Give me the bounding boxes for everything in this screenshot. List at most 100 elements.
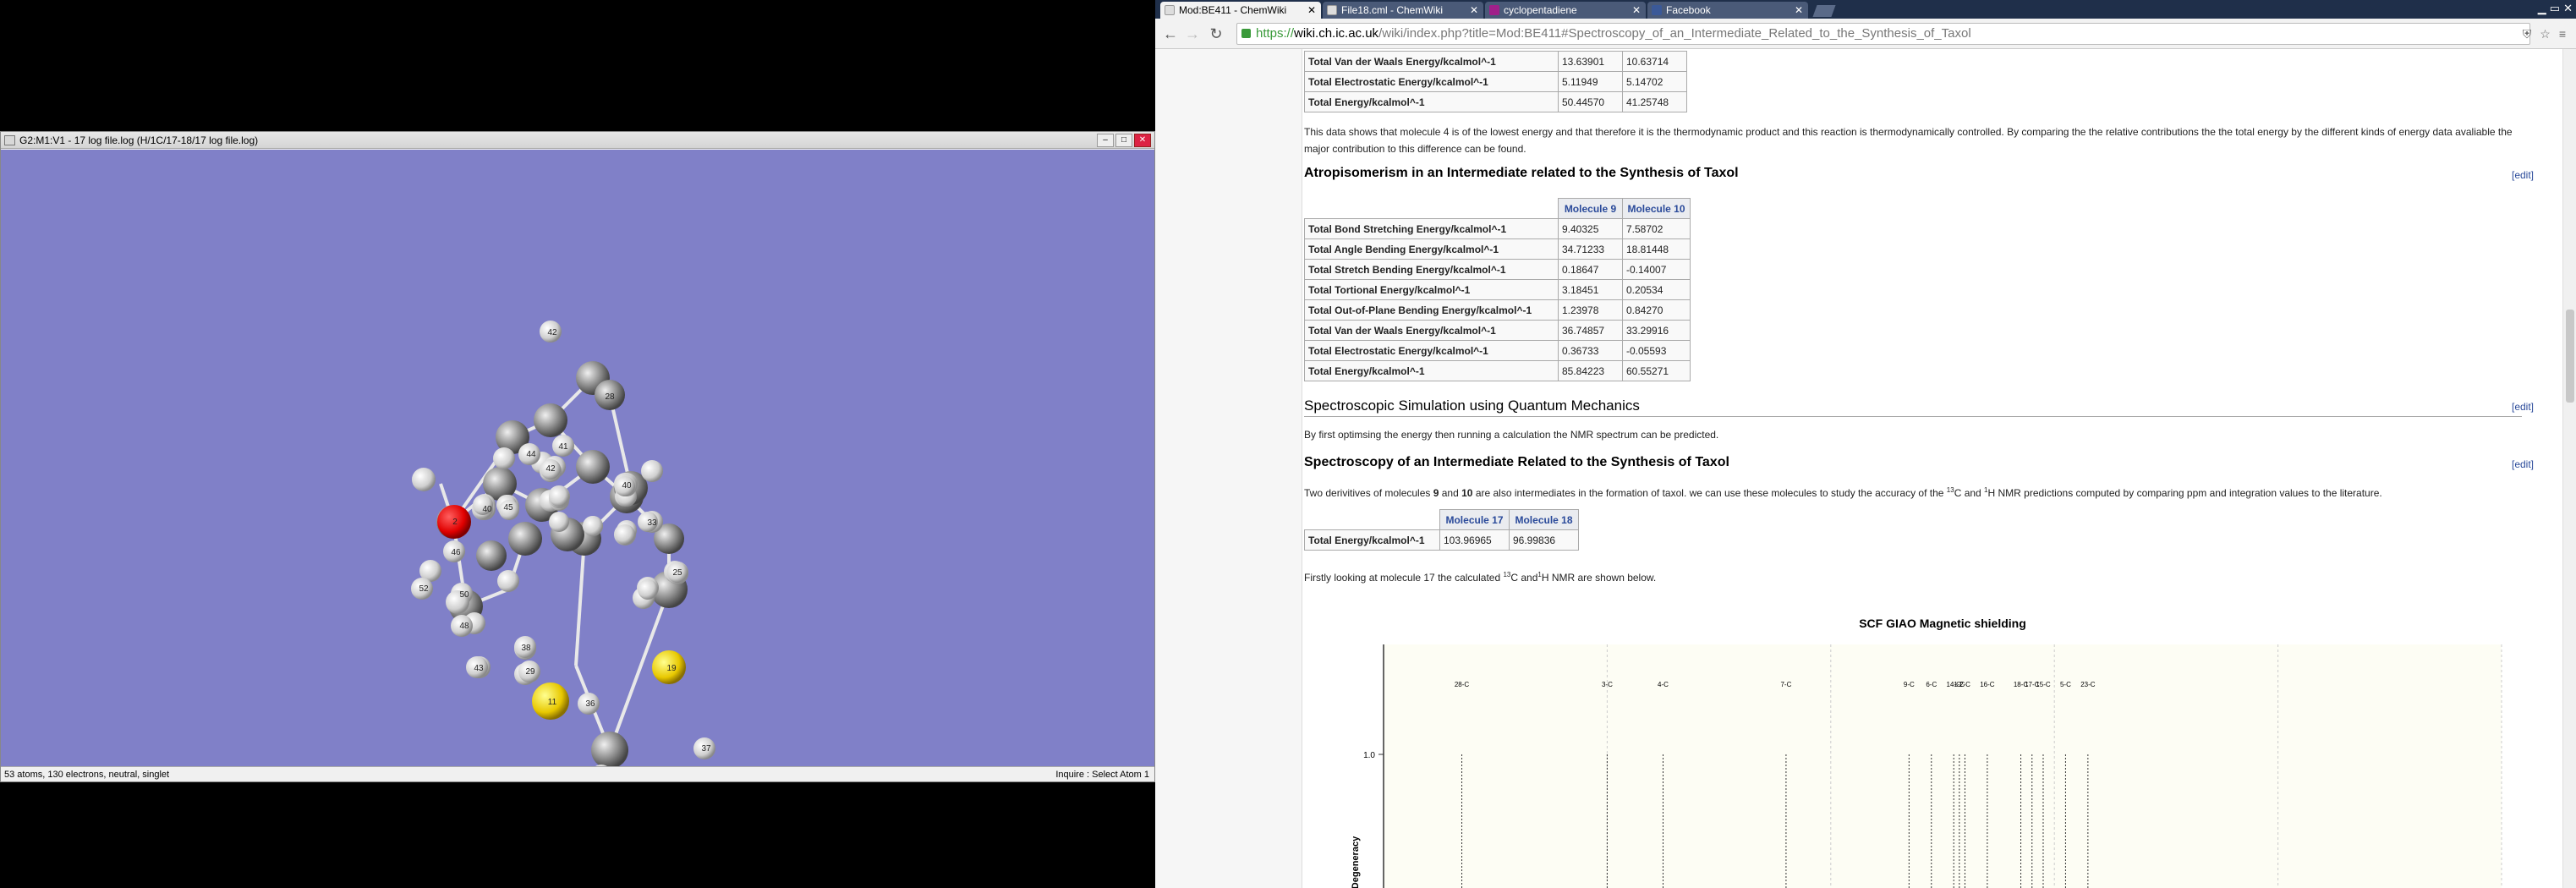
tab-bar: Mod:BE411 - ChemWiki ✕ File18.cml - Chem…: [1155, 0, 2576, 19]
column-header: Molecule 9: [1558, 198, 1623, 219]
peak-label: 2-C: [1959, 681, 1970, 688]
cell-value: 0.18647: [1558, 259, 1623, 280]
reload-icon[interactable]: ↻: [1208, 25, 1225, 42]
menu-icon[interactable]: ≡: [2559, 27, 2566, 41]
tab-label: Facebook: [1666, 4, 1711, 16]
status-right: Inquire : Select Atom 1: [1055, 770, 1149, 780]
svg-text:40: 40: [482, 505, 492, 514]
edit-link[interactable]: [edit]: [2512, 401, 2534, 413]
cell-value: 41.25748: [1622, 91, 1687, 112]
chemspider-icon: [1489, 5, 1499, 15]
text-run: 10: [1461, 487, 1473, 499]
peak-label: 4-C: [1658, 681, 1669, 688]
maximize-icon[interactable]: ▭: [2550, 2, 2560, 15]
back-icon[interactable]: ←: [1162, 25, 1179, 42]
close-tab-icon[interactable]: ✕: [1632, 2, 1641, 19]
svg-text:43: 43: [474, 664, 484, 673]
vertical-scrollbar[interactable]: [2562, 49, 2576, 888]
table-row: Total Bond Stretching Energy/kcalmol^-1 9…: [1304, 218, 1691, 239]
cell-value: 34.71233: [1558, 238, 1623, 260]
nmr-chart-svg: SCF GIAO Magnetic shielding 1.0 Degeneracy…: [1351, 617, 2502, 888]
url-prefix: https://: [1256, 26, 1295, 41]
page-icon: [1165, 5, 1175, 15]
peak-label: 5-C: [2060, 681, 2071, 688]
gaussview-title: G2:M1:V1 - 17 log file.log (H/1C/17-18/1…: [19, 134, 259, 146]
table-row: Total Angle Bending Energy/kcalmol^-1 34.…: [1304, 238, 1691, 260]
svg-text:37: 37: [701, 744, 711, 754]
svg-text:33: 33: [647, 518, 657, 528]
row-label: Total Bond Stretching Energy/kcalmol^-1: [1304, 218, 1559, 239]
row-label: Total Energy/kcalmol^-1: [1304, 360, 1559, 381]
table-row: Total Energy/kcalmol^-1 50.44570 41.2574…: [1304, 91, 1687, 112]
app-icon: [4, 135, 15, 145]
tab-file18[interactable]: File18.cml - ChemWiki ✕: [1323, 2, 1483, 19]
cell-value: 60.55271: [1622, 360, 1691, 381]
close-tab-icon[interactable]: ✕: [1470, 2, 1478, 19]
tab-facebook[interactable]: Facebook ✕: [1647, 2, 1808, 19]
cell-value: 85.84223: [1558, 360, 1623, 381]
cell-value: -0.05593: [1622, 340, 1691, 361]
forward-icon[interactable]: →: [1184, 25, 1201, 42]
new-tab-button[interactable]: [1812, 5, 1836, 17]
header-blank: [1304, 198, 1559, 219]
molecule-17-18-table: Molecule 17 Molecule 18 Total Energy/kca…: [1304, 509, 1579, 551]
minimize-icon[interactable]: ▁: [2538, 2, 2546, 15]
page-icon: [1327, 5, 1337, 15]
close-tab-icon[interactable]: ✕: [1307, 2, 1316, 19]
cell-value: 0.20534: [1622, 279, 1691, 300]
shield-icon[interactable]: ⛨: [2523, 27, 2532, 41]
address-bar[interactable]: https://wiki.ch.ic.ac.uk/wiki/index.php?…: [1236, 23, 2530, 45]
svg-text:52: 52: [419, 584, 429, 594]
svg-text:29: 29: [525, 667, 535, 677]
atoms: [411, 321, 715, 791]
peak-label: 9-C: [1904, 681, 1915, 688]
tab-cyclopentadiene[interactable]: cyclopentadiene ✕: [1485, 2, 1646, 19]
svg-text:40: 40: [622, 481, 632, 491]
nmr-chart: SCF GIAO Magnetic shielding 1.0 Degeneracy…: [1338, 590, 2539, 888]
column-header: Molecule 17: [1439, 509, 1510, 530]
scrollbar-thumb[interactable]: [2566, 310, 2574, 403]
article: Total Van der Waals Energy/kcalmol^-1 13…: [1304, 49, 2561, 888]
url-host: wiki.ch.ic.ac.uk: [1294, 26, 1379, 41]
browser-window: Mod:BE411 - ChemWiki ✕ File18.cml - Chem…: [1155, 0, 2576, 888]
header-blank: [1304, 509, 1440, 530]
peak-label: 6-C: [1926, 681, 1937, 688]
peak-label: 16-C: [1980, 681, 1995, 688]
peak-label: 28-C: [1455, 681, 1470, 688]
svg-text:41: 41: [558, 442, 568, 452]
gaussview-titlebar: G2:M1:V1 - 17 log file.log (H/1C/17-18/1…: [1, 132, 1154, 149]
table-header-row: Molecule 17 Molecule 18: [1304, 509, 1579, 530]
close-tab-icon[interactable]: ✕: [1795, 2, 1803, 19]
table-row: Total Van der Waals Energy/kcalmol^-1 36.…: [1304, 320, 1691, 341]
tab-label: File18.cml - ChemWiki: [1341, 4, 1444, 16]
text-run: H NMR predictions computed by comparing …: [1987, 487, 2382, 499]
table-row: Total Stretch Bending Energy/kcalmol^-1 0…: [1304, 259, 1691, 280]
maximize-button[interactable]: □: [1115, 134, 1132, 147]
paragraph-derivatives: Two derivitives of molecules 9 and 10 ar…: [1304, 482, 2382, 502]
table-row: Total Out-of-Plane Bending Energy/kcalmo…: [1304, 299, 1691, 321]
tab-label: cyclopentadiene: [1504, 4, 1577, 16]
svg-text:11: 11: [548, 698, 557, 707]
svg-text:48: 48: [459, 622, 469, 631]
close-button[interactable]: ✕: [1134, 134, 1151, 147]
molecule-viewport[interactable]: 42 28 40 25 33 45 40 41 44 52 50 46 48 43 29 38 36 1…: [1, 150, 1154, 791]
row-label: Total Electrostatic Energy/kcalmol^-1: [1304, 71, 1559, 92]
cell-value: 13.63901: [1558, 51, 1623, 72]
minimize-button[interactable]: –: [1097, 134, 1114, 147]
cell-value: 0.36733: [1558, 340, 1623, 361]
svg-text:50: 50: [459, 590, 469, 600]
column-header: Molecule 18: [1509, 509, 1579, 530]
svg-text:42: 42: [547, 328, 557, 337]
star-icon[interactable]: ☆: [2540, 27, 2551, 41]
tab-chemwiki[interactable]: Mod:BE411 - ChemWiki ✕: [1160, 2, 1321, 19]
molecule-render[interactable]: 42 28 40 25 33 45 40 41 44 52 50 46 48 43 29 38 36 1…: [1, 150, 1154, 791]
edit-link[interactable]: [edit]: [2512, 169, 2534, 181]
gaussview-window: G2:M1:V1 - 17 log file.log (H/1C/17-18/1…: [0, 131, 1155, 791]
row-label: Total Van der Waals Energy/kcalmol^-1: [1304, 51, 1559, 72]
close-icon[interactable]: ✕: [2563, 2, 2573, 15]
tab-label: Mod:BE411 - ChemWiki: [1179, 4, 1287, 16]
lock-icon: [1241, 29, 1251, 38]
peak-label: 3-C: [1602, 681, 1613, 688]
svg-text:2: 2: [452, 518, 458, 527]
edit-link[interactable]: [edit]: [2512, 458, 2534, 470]
